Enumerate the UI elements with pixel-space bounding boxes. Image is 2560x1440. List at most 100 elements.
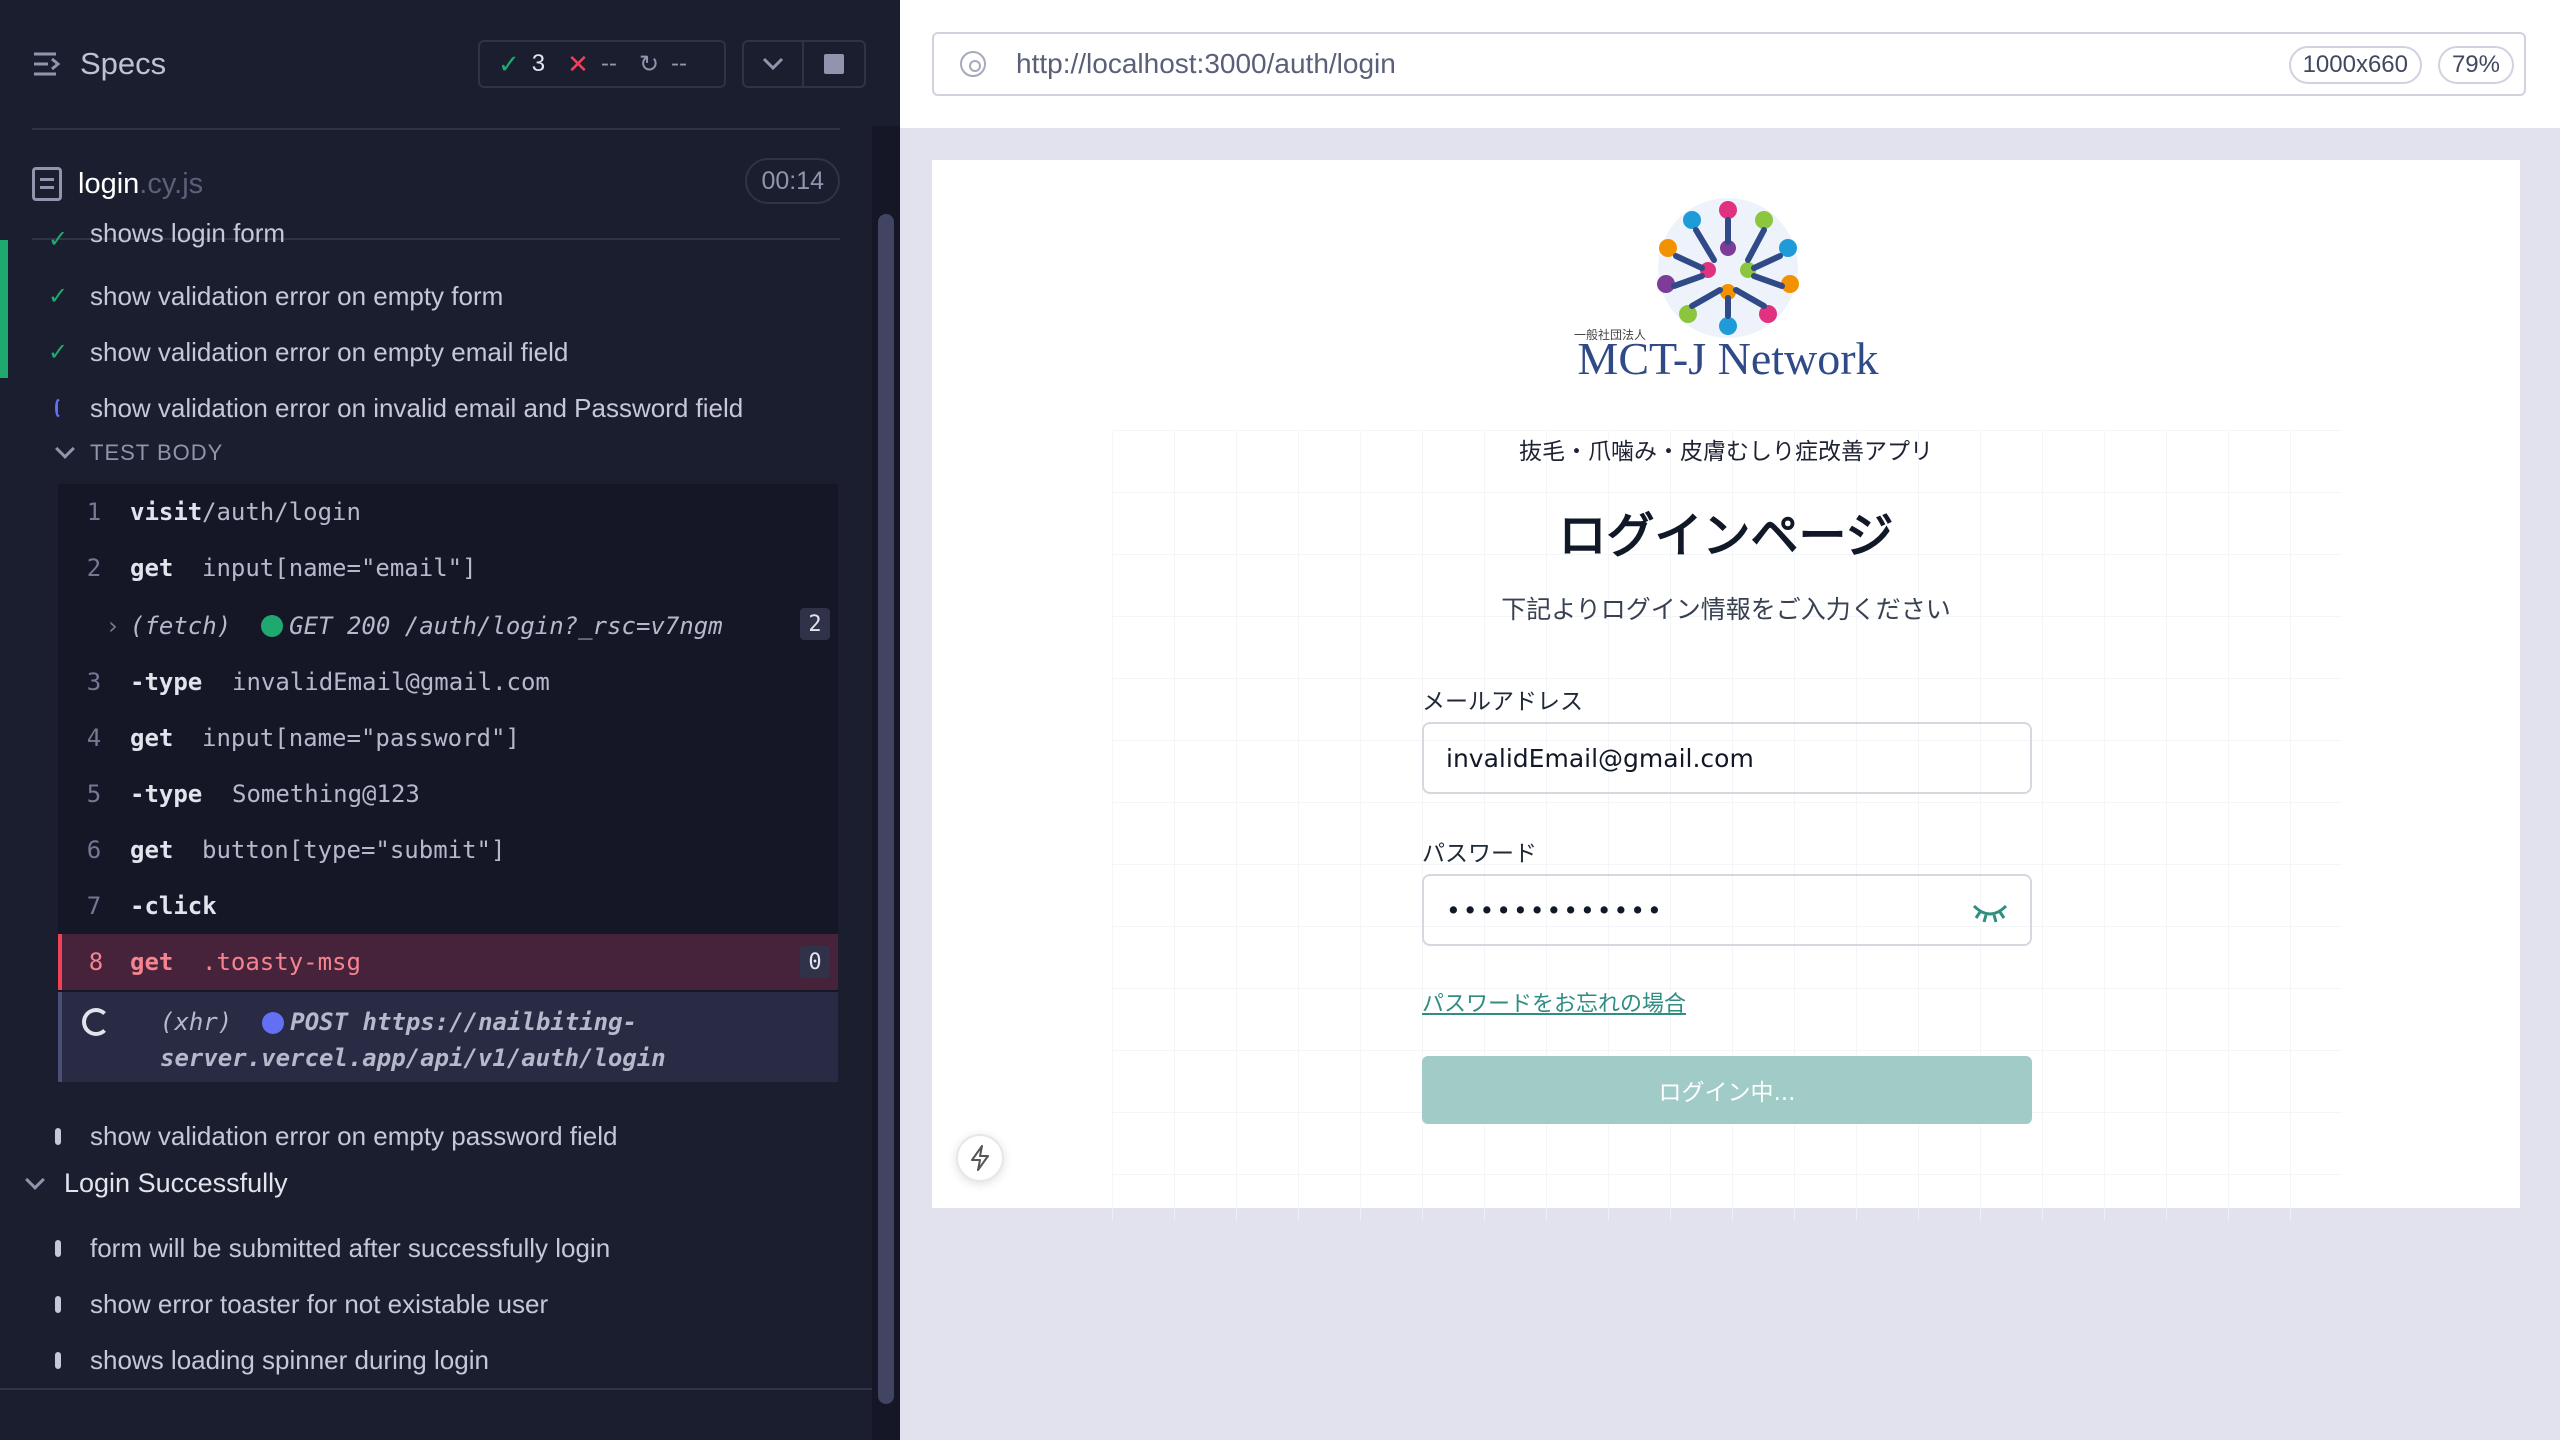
app-viewport: 一般社団法人 MCT-J Network 抜毛・爪噛み・皮膚むしり症改善アプリ … bbox=[932, 160, 2520, 1220]
test-item-running[interactable]: show validation error on invalid email a… bbox=[0, 382, 870, 434]
logo-text: MCT-J Network bbox=[1577, 333, 1879, 384]
test-item[interactable]: ✓ shows login form bbox=[0, 214, 870, 264]
reporter-header: Specs ✓ 3 ✕ -- ↻ -- bbox=[0, 0, 900, 130]
specs-toggle[interactable]: Specs bbox=[32, 46, 166, 82]
xhr-url-line1: POST https://nailbiting- bbox=[290, 1008, 638, 1036]
command-arg: button[type="submit"] bbox=[202, 836, 506, 864]
page-title: ログインページ bbox=[1558, 508, 1894, 564]
fetch-event-row[interactable]: › (fetch) GET 200 /auth/login?_rsc=v7ngm… bbox=[58, 596, 838, 656]
app-preview-panel: http://localhost:3000/auth/login 1000x66… bbox=[900, 0, 2560, 1440]
command-row[interactable]: 2 get input[name="email"] bbox=[58, 540, 838, 596]
email-field[interactable]: invalidEmail@gmail.com bbox=[1422, 722, 2032, 794]
test-item[interactable]: ✓ show validation error on empty email f… bbox=[0, 326, 870, 378]
command-arg: Something@123 bbox=[232, 780, 420, 808]
url-text: http://localhost:3000/auth/login bbox=[1016, 48, 1396, 79]
command-arg: .toasty-msg bbox=[202, 948, 361, 976]
passed-stat: ✓ 3 bbox=[498, 49, 545, 80]
stats-box: ✓ 3 ✕ -- ↻ -- bbox=[478, 40, 726, 88]
chevron-down-icon bbox=[55, 439, 75, 459]
password-value: ••••••••••••• bbox=[1446, 895, 1664, 925]
xhr-url-line2: server.vercel.app/api/v1/auth/login bbox=[160, 1044, 666, 1072]
command-row[interactable]: 5 -type Something@123 bbox=[58, 766, 838, 822]
command-number: 2 bbox=[86, 554, 102, 582]
command-number: 6 bbox=[86, 836, 102, 864]
logo: 一般社団法人 MCT-J Network bbox=[1568, 198, 1888, 398]
reporter-scrollbar[interactable] bbox=[872, 126, 900, 1440]
check-icon: ✓ bbox=[498, 48, 520, 79]
stop-icon bbox=[824, 54, 844, 74]
command-name: get bbox=[130, 554, 174, 582]
spec-file-ext: .cy.js bbox=[139, 167, 204, 200]
command-number: 7 bbox=[86, 892, 102, 920]
command-row[interactable]: 7 -click bbox=[58, 878, 838, 934]
failed-stat: ✕ -- bbox=[567, 49, 617, 80]
test-label: show validation error on empty password … bbox=[90, 1120, 618, 1151]
specs-list-icon bbox=[34, 52, 61, 76]
lightning-icon bbox=[971, 1145, 989, 1171]
collapse-button[interactable] bbox=[742, 40, 804, 88]
email-label: メールアドレス bbox=[1422, 689, 1583, 715]
logo-globe-icon bbox=[1657, 198, 1799, 338]
passed-count: 3 bbox=[531, 50, 546, 77]
command-arg: input[name="email"] bbox=[202, 554, 477, 582]
test-item[interactable]: ✓ show validation error on empty form bbox=[0, 270, 870, 322]
command-name: get bbox=[130, 836, 174, 864]
url-bar[interactable]: http://localhost:3000/auth/login 1000x66… bbox=[932, 32, 2526, 96]
stop-button[interactable] bbox=[804, 40, 866, 88]
command-number: 5 bbox=[86, 780, 102, 808]
eye-closed-icon[interactable] bbox=[1970, 896, 2010, 926]
status-dot bbox=[261, 615, 284, 637]
command-row[interactable]: 4 get input[name="password"] bbox=[58, 710, 838, 766]
forgot-password-link[interactable]: パスワードをお忘れの場合 bbox=[1422, 986, 1686, 1018]
x-icon: ✕ bbox=[567, 48, 589, 79]
command-name: get bbox=[130, 948, 174, 976]
command-number: 1 bbox=[86, 498, 102, 526]
command-name: get bbox=[130, 724, 174, 752]
password-field[interactable]: ••••••••••••• bbox=[1422, 874, 2032, 946]
dev-tools-button[interactable] bbox=[956, 1134, 1004, 1182]
test-item[interactable]: show validation error on empty password … bbox=[0, 1110, 870, 1162]
command-number: 4 bbox=[86, 724, 102, 752]
command-row[interactable]: 1 visit /auth/login bbox=[58, 484, 838, 540]
url-area: http://localhost:3000/auth/login 1000x66… bbox=[900, 0, 2560, 128]
command-row-active[interactable]: 8 get .toasty-msg 0 bbox=[58, 934, 838, 990]
pending-count: -- bbox=[671, 50, 688, 77]
scrollbar-thumb[interactable] bbox=[878, 214, 894, 1404]
suite-title: Login Successfully bbox=[64, 1168, 288, 1198]
test-label: form will be submitted after successfull… bbox=[90, 1232, 611, 1263]
test-label: show error toaster for not existable use… bbox=[90, 1288, 549, 1319]
command-arg: invalidEmail@gmail.com bbox=[232, 668, 550, 696]
command-name: -click bbox=[130, 892, 217, 920]
spec-file-row[interactable]: login .cy.js 00:14 bbox=[32, 158, 840, 210]
section-label: TEST BODY bbox=[90, 440, 224, 465]
divider bbox=[32, 128, 840, 130]
chevron-down-icon bbox=[25, 1169, 45, 1190]
test-label: shows loading spinner during login bbox=[90, 1344, 489, 1375]
test-item[interactable]: show error toaster for not existable use… bbox=[0, 1278, 870, 1330]
command-row[interactable]: 6 get button[type="submit"] bbox=[58, 822, 838, 878]
suite-toggle[interactable]: Login Successfully bbox=[25, 1168, 288, 1199]
chevron-down-icon bbox=[762, 57, 784, 71]
count-badge: 2 bbox=[800, 608, 830, 640]
pending-stat: ↻ -- bbox=[639, 50, 687, 79]
zoom-badge[interactable]: 79% bbox=[2437, 46, 2514, 84]
test-item[interactable]: shows loading spinner during login bbox=[0, 1334, 870, 1386]
reporter-panel: Specs ✓ 3 ✕ -- ↻ -- login .cy.js 00:14 ✓ sho… bbox=[0, 0, 900, 1440]
login-button[interactable]: ログイン中... bbox=[1422, 1056, 2032, 1124]
command-number: 8 bbox=[88, 948, 104, 976]
command-row[interactable]: 3 -type invalidEmail@gmail.com bbox=[58, 654, 838, 710]
viewport-size-badge[interactable]: 1000x660 bbox=[2288, 46, 2422, 84]
xhr-event-row[interactable]: (xhr) POST https://nailbiting- server.ver… bbox=[58, 992, 838, 1082]
xhr-label: (xhr) bbox=[160, 1008, 233, 1036]
command-name: visit bbox=[130, 498, 203, 526]
file-icon bbox=[32, 167, 62, 201]
test-label: shows login form bbox=[90, 217, 286, 248]
status-dot bbox=[262, 1012, 285, 1034]
command-arg: /auth/login bbox=[202, 498, 361, 526]
test-body-toggle[interactable]: TEST BODY bbox=[55, 439, 224, 466]
command-log: 1 visit /auth/login 2 get input[name="em… bbox=[58, 484, 838, 1082]
test-item[interactable]: form will be submitted after successfull… bbox=[0, 1222, 870, 1274]
page-description: 下記よりログイン情報をご入力ください bbox=[1501, 595, 1951, 624]
test-label: show validation error on empty email fie… bbox=[90, 336, 569, 367]
test-label: show validation error on invalid email a… bbox=[90, 392, 744, 423]
